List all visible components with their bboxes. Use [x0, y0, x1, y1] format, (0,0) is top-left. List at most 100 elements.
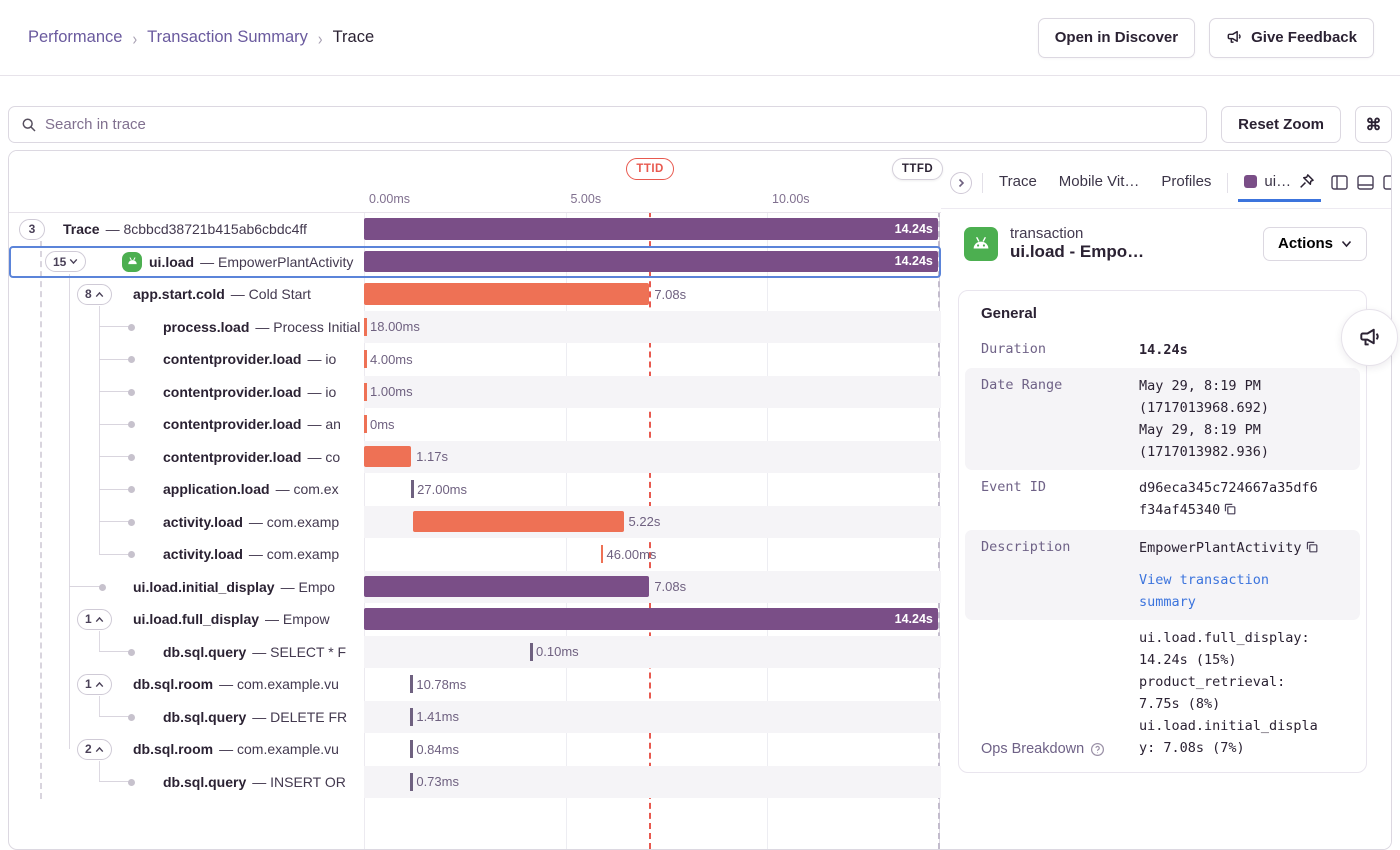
span-tick[interactable] — [410, 740, 413, 758]
kv-value: May 29, 8:19 PM(1717013968.692)May 29, 8… — [1139, 375, 1348, 463]
android-icon — [964, 227, 998, 261]
expand-badge[interactable]: 1 — [77, 609, 112, 630]
ttfd-badge[interactable]: TTFD — [892, 158, 943, 180]
kv-value: EmpowerPlantActivityView transactionsumm… — [1139, 537, 1348, 613]
view-transaction-summary-link[interactable]: View transactionsummary — [1139, 569, 1348, 613]
trace-row-db.sql.query[interactable]: db.sql.query— DELETE FR1.41ms — [9, 701, 941, 734]
kv-key: Event ID — [981, 477, 1139, 523]
expand-badge[interactable]: 3 — [19, 219, 45, 240]
span-bar[interactable] — [364, 283, 649, 305]
span-tick[interactable] — [530, 643, 533, 661]
breadcrumb-transaction-summary[interactable]: Transaction Summary — [147, 28, 308, 47]
trace-row-process.load[interactable]: process.load— Process Initialization18.0… — [9, 311, 941, 344]
span-bar[interactable] — [364, 576, 649, 598]
dock-left-icon[interactable] — [1331, 175, 1348, 190]
expand-badge[interactable]: 2 — [77, 739, 112, 760]
span-tick[interactable] — [364, 318, 367, 336]
duration-label: 1.00ms — [370, 376, 413, 409]
span-label: Trace— 8cbbcd38721b415ab6cbdc4ff — [63, 213, 360, 246]
expand-panel-button[interactable] — [950, 172, 972, 194]
trace-row-activity.load[interactable]: activity.load— com.examp5.22s — [9, 506, 941, 539]
span-bar[interactable]: 14.24s — [364, 218, 938, 240]
trace-row-contentprovider.load[interactable]: contentprovider.load— io1.00ms — [9, 376, 941, 409]
chevron-right-icon: › — [132, 28, 137, 48]
span-tick[interactable] — [364, 383, 367, 401]
trace-row-contentprovider.load[interactable]: contentprovider.load— an0ms — [9, 408, 941, 441]
span-label: db.sql.room— com.example.vu — [133, 733, 360, 766]
kv-key: Description — [981, 537, 1139, 613]
transaction-header: transaction ui.load - Empo… Actions — [940, 209, 1391, 268]
trace-row-ui.load.initial_display[interactable]: ui.load.initial_display— Empo7.08s — [9, 571, 941, 604]
copy-icon[interactable] — [1223, 501, 1237, 523]
ttid-badge[interactable]: TTID — [626, 158, 674, 180]
span-label: db.sql.room— com.example.vu — [133, 668, 360, 701]
trace-row-app.start.cold[interactable]: 8app.start.cold— Cold Start7.08s — [9, 278, 941, 311]
span-tick[interactable] — [601, 545, 604, 563]
tab-ui-load-active[interactable]: ui… — [1238, 173, 1321, 202]
trace-row-activity.load[interactable]: activity.load— com.examp46.00ms — [9, 538, 941, 571]
span-tick[interactable] — [364, 350, 367, 368]
dock-bottom-icon[interactable] — [1357, 175, 1374, 190]
span-bar[interactable] — [364, 446, 411, 468]
tab-divider — [982, 173, 983, 193]
tree-leaf-dot — [128, 779, 135, 786]
span-tick[interactable] — [364, 415, 367, 433]
kv-row-event-id: Event IDd96eca345c724667a35df6f34af45340 — [965, 470, 1360, 530]
panel-layout-controls — [1331, 175, 1392, 190]
search-icon — [21, 117, 37, 133]
expand-badge[interactable]: 8 — [77, 284, 112, 305]
kv-row-date-range: Date RangeMay 29, 8:19 PM(1717013968.692… — [965, 368, 1360, 470]
tab-mobile-vitals[interactable]: Mobile Vit… — [1053, 173, 1146, 202]
trace-toolbar: Reset Zoom ⌘ — [0, 76, 1400, 151]
help-icon[interactable] — [1090, 742, 1105, 757]
duration-label: 4.00ms — [370, 343, 413, 376]
span-details-panel: Trace Mobile Vit… Profiles ui… — [939, 151, 1391, 849]
duration-label: 1.17s — [416, 441, 448, 474]
duration-label: 0.84ms — [416, 733, 459, 766]
breadcrumb-performance[interactable]: Performance — [28, 28, 122, 47]
trace-row-db.sql.query[interactable]: db.sql.query— INSERT OR0.73ms — [9, 766, 941, 799]
span-label: contentprovider.load— co — [163, 441, 360, 474]
reset-zoom-button[interactable]: Reset Zoom — [1221, 106, 1341, 143]
pin-icon[interactable] — [1298, 173, 1315, 190]
span-tick[interactable] — [410, 675, 413, 693]
trace-row-db.sql.room[interactable]: 1db.sql.room— com.example.vu10.78ms — [9, 668, 941, 701]
tree-leaf-dot — [128, 649, 135, 656]
span-tick[interactable] — [411, 480, 414, 498]
span-tick[interactable] — [410, 773, 413, 791]
tree-leaf-dot — [128, 421, 135, 428]
actions-button[interactable]: Actions — [1263, 227, 1367, 261]
span-bar[interactable] — [413, 511, 623, 533]
tree-leaf-dot — [128, 389, 135, 396]
tab-profiles[interactable]: Profiles — [1155, 173, 1217, 202]
span-tick[interactable] — [410, 708, 413, 726]
open-in-discover-button[interactable]: Open in Discover — [1038, 18, 1195, 58]
tree-connector — [69, 586, 103, 587]
kv-value: d96eca345c724667a35df6f34af45340 — [1139, 477, 1348, 523]
megaphone-icon — [1358, 326, 1382, 350]
trace-row-contentprovider.load[interactable]: contentprovider.load— co 1.17s — [9, 441, 941, 474]
expand-badge[interactable]: 15 — [45, 251, 86, 272]
trace-row-ui.load.full_display[interactable]: 1ui.load.full_display— Empow14.24s — [9, 603, 941, 636]
trace-row-application.load[interactable]: application.load— com.ex27.00ms — [9, 473, 941, 506]
span-bar[interactable]: 14.24s — [364, 251, 938, 273]
trace-row-Trace[interactable]: 3 Trace— 8cbbcd38721b415ab6cbdc4ff14.24s — [9, 213, 941, 246]
trace-row-db.sql.room[interactable]: 2 db.sql.room— com.example.vu 0.84ms — [9, 733, 941, 766]
trace-row-ui.load[interactable]: 15ui.load— EmpowerPlantActivity14.24s — [9, 246, 941, 279]
dock-right-icon[interactable] — [1383, 175, 1392, 190]
search-input[interactable] — [45, 116, 1194, 133]
shortcuts-button[interactable]: ⌘ — [1355, 106, 1392, 143]
span-label: contentprovider.load— io — [163, 343, 360, 376]
trace-row-contentprovider.load[interactable]: contentprovider.load— io 4.00ms — [9, 343, 941, 376]
copy-icon[interactable] — [1305, 539, 1319, 561]
expand-badge[interactable]: 1 — [77, 674, 112, 695]
span-bar[interactable]: 14.24s — [364, 608, 938, 630]
give-feedback-button[interactable]: Give Feedback — [1209, 18, 1374, 58]
duration-label: 27.00ms — [417, 473, 467, 506]
search-bar[interactable] — [8, 106, 1207, 143]
tab-trace[interactable]: Trace — [993, 173, 1043, 202]
span-label: activity.load— com.examp — [163, 538, 360, 571]
transaction-title: ui.load - Empo… — [1010, 242, 1251, 262]
trace-row-db.sql.query[interactable]: db.sql.query— SELECT * F0.10ms — [9, 636, 941, 669]
feedback-fab[interactable] — [1341, 309, 1398, 366]
